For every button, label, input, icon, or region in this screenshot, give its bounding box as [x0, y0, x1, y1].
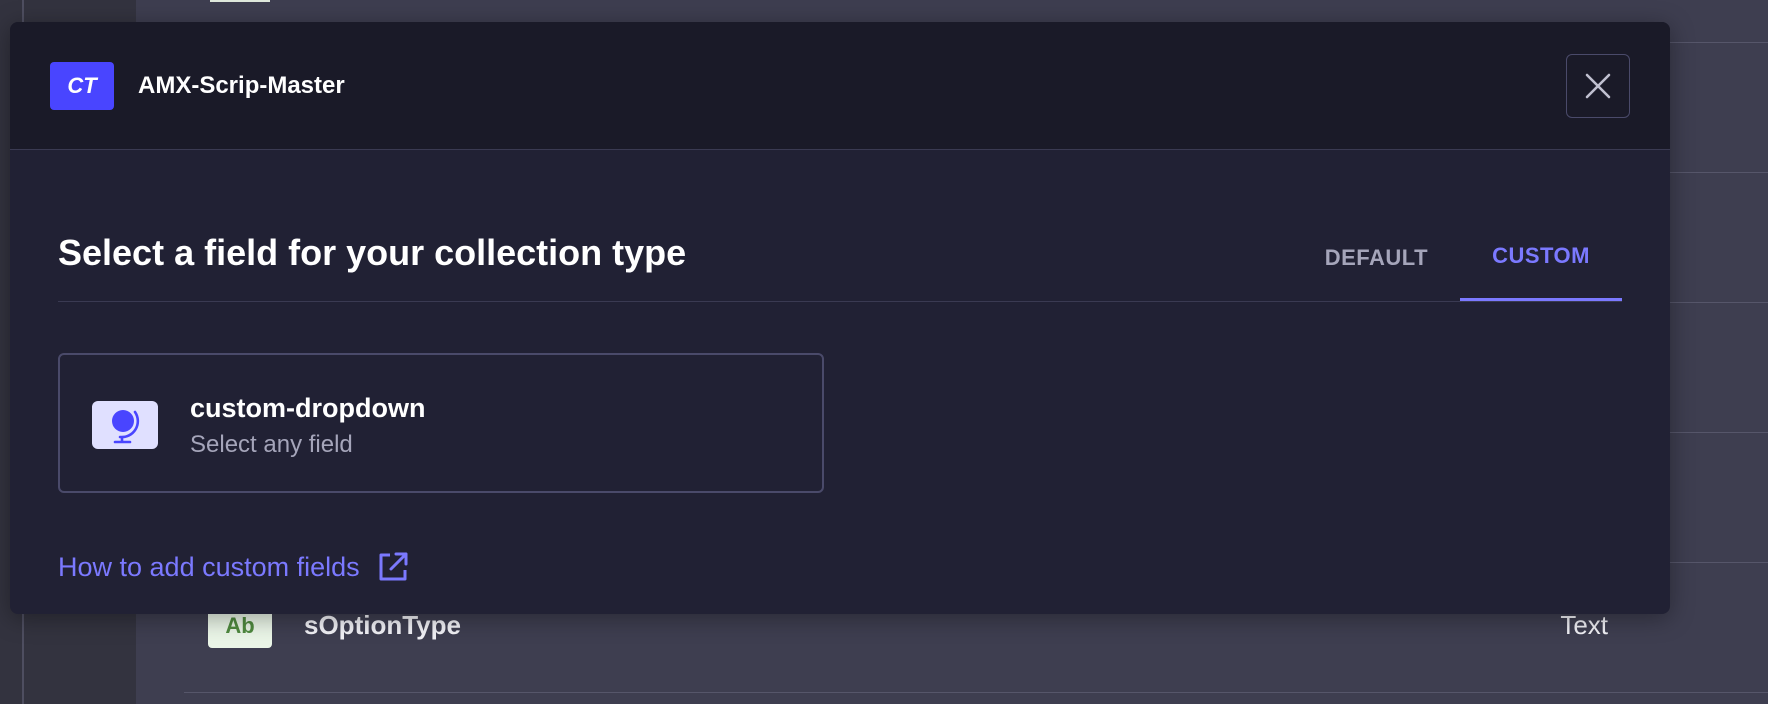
- external-link-icon: [379, 552, 408, 581]
- modal-title: AMX-Scrip-Master: [138, 72, 345, 99]
- modal-header: CT AMX-Scrip-Master: [10, 22, 1670, 150]
- row-divider: [184, 692, 1768, 693]
- custom-fields-help-link[interactable]: How to add custom fields: [58, 550, 410, 584]
- tab-default[interactable]: DEFAULT: [1293, 214, 1460, 302]
- field-type: Text: [1560, 610, 1608, 640]
- page-title: Select a field for your collection type: [58, 232, 687, 273]
- collection-type-badge: CT: [50, 62, 114, 110]
- field-type-tabs: DEFAULT CUSTOM: [1293, 214, 1622, 302]
- custom-field-description: Select any field: [190, 431, 353, 458]
- close-icon: [1585, 73, 1611, 99]
- tabs-divider: [58, 301, 1622, 302]
- tab-custom[interactable]: CUSTOM: [1460, 214, 1622, 302]
- custom-field-name: custom-dropdown: [190, 393, 426, 423]
- close-button[interactable]: [1566, 54, 1630, 118]
- globe-icon: [92, 401, 158, 449]
- select-field-modal: CT AMX-Scrip-Master Select a field for y…: [10, 22, 1670, 614]
- help-link-label: How to add custom fields: [58, 551, 360, 582]
- field-name: sOptionType: [304, 610, 461, 640]
- custom-field-card[interactable]: custom-dropdown Select any field: [58, 353, 824, 493]
- field-icon-partial: [210, 0, 270, 2]
